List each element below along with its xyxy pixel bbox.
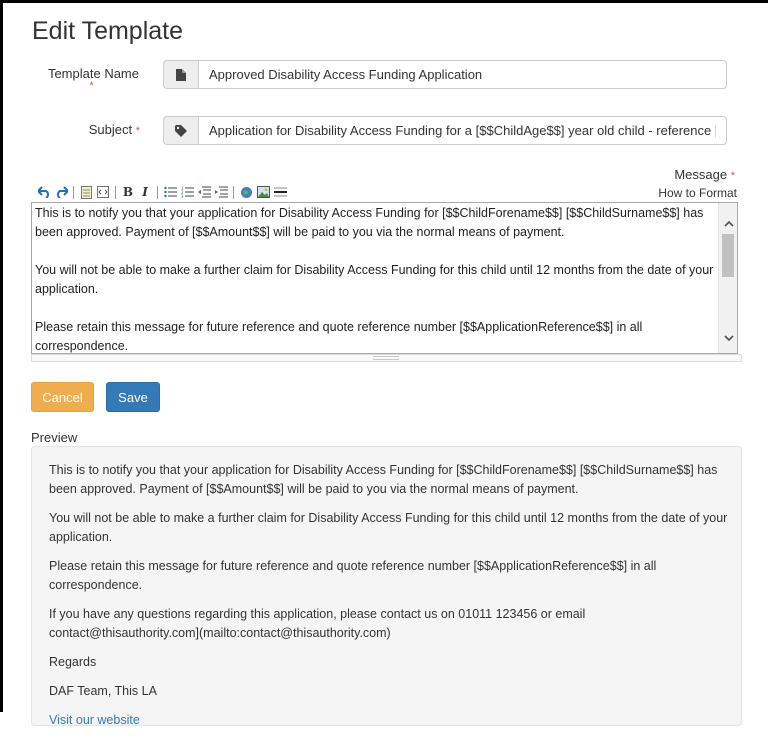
editor-paragraph: Please retain this message for future re… (35, 320, 643, 353)
notepad-icon[interactable] (79, 185, 93, 199)
outdent-icon[interactable] (197, 185, 211, 199)
message-editor[interactable]: This is to notify you that your applicat… (31, 202, 738, 354)
scroll-thumb[interactable] (722, 234, 734, 277)
image-icon[interactable] (256, 185, 270, 199)
editor-toolbar: B I 123 (37, 184, 287, 200)
toolbar-separator (233, 185, 234, 199)
page-title: Edit Template (32, 17, 184, 45)
italic-icon[interactable]: I (138, 185, 152, 199)
resize-grip-icon[interactable] (373, 356, 399, 360)
message-label-text: Message (674, 167, 728, 182)
tag-icon (163, 116, 198, 145)
required-marker: * (89, 80, 94, 92)
indent-icon[interactable] (214, 185, 228, 199)
undo-icon[interactable] (37, 185, 51, 199)
editor-scrollbar[interactable] (718, 203, 737, 353)
template-name-input[interactable] (198, 60, 727, 89)
editor-content[interactable]: This is to notify you that your applicat… (35, 204, 715, 353)
message-label: Message * (674, 167, 735, 182)
save-button[interactable]: Save (106, 382, 160, 412)
required-marker: * (135, 125, 140, 137)
template-name-label-text: Template Name (47, 66, 139, 81)
scroll-down-icon[interactable] (719, 330, 737, 346)
visit-website-link[interactable]: Visit our website (49, 713, 140, 727)
preview-paragraph: This is to notify you that your applicat… (49, 463, 718, 496)
preview-paragraph: Please retain this message for future re… (49, 559, 657, 592)
bold-icon[interactable]: B (121, 185, 135, 199)
editor-resize-handle[interactable] (31, 354, 742, 362)
toolbar-separator (73, 185, 74, 199)
numbered-list-icon[interactable]: 123 (180, 185, 194, 199)
preview-paragraph: Regards (49, 655, 97, 669)
subject-label-text: Subject (88, 122, 133, 137)
required-marker: * (730, 170, 735, 182)
editor-paragraph: You will not be able to make a further c… (35, 263, 714, 296)
how-to-format-link[interactable]: How to Format (658, 186, 737, 200)
preview-paragraph: If you have any questions regarding this… (49, 607, 586, 640)
preview-paragraph: You will not be able to make a further c… (49, 511, 728, 544)
preview-panel: This is to notify you that your applicat… (31, 446, 742, 727)
toolbar-separator (157, 185, 158, 199)
toolbar-separator (115, 185, 116, 199)
subject-label: Subject * (60, 122, 140, 137)
scroll-up-icon[interactable] (719, 215, 737, 231)
redo-icon[interactable] (54, 185, 68, 199)
horizontal-rule-icon[interactable] (273, 185, 287, 199)
editor-paragraph: This is to notify you that your applicat… (35, 206, 704, 239)
preview-paragraph: DAF Team, This LA (49, 684, 157, 698)
link-icon[interactable] (239, 185, 253, 199)
cancel-button[interactable]: Cancel (31, 382, 94, 412)
preview-label: Preview (31, 430, 78, 445)
svg-text:3: 3 (181, 194, 184, 198)
preview-content: This is to notify you that your applicat… (49, 461, 729, 740)
subject-input[interactable] (198, 116, 727, 145)
template-name-label: Template Name * (44, 66, 139, 92)
file-icon (163, 60, 198, 89)
bullet-list-icon[interactable] (163, 185, 177, 199)
source-icon[interactable] (96, 185, 110, 199)
